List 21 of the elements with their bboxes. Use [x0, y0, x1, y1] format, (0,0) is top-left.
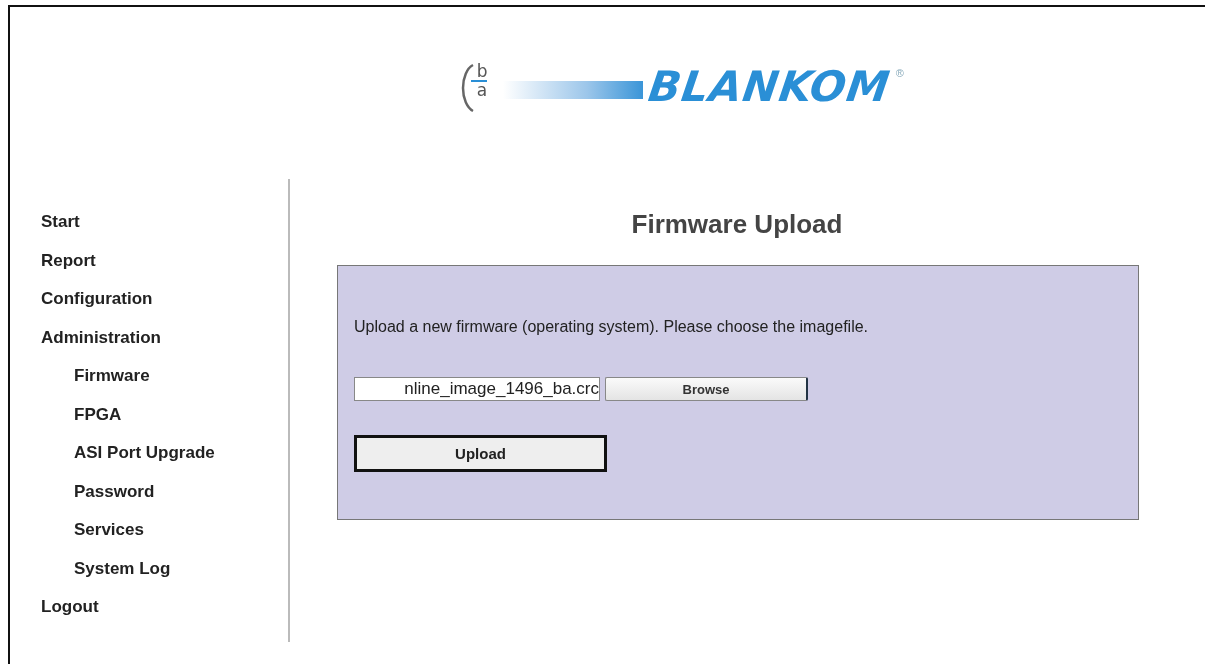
logo-wordmark: BLANKOM	[645, 63, 894, 111]
browse-button[interactable]: Browse	[605, 377, 808, 401]
nav-link[interactable]: Configuration	[41, 280, 153, 319]
nav-link[interactable]: Logout	[41, 588, 99, 627]
arc-icon	[461, 63, 476, 113]
nav-link[interactable]: Start	[41, 203, 80, 242]
nav-link[interactable]: ASI Port Upgrade	[74, 434, 215, 473]
nav-link[interactable]: FPGA	[74, 395, 122, 434]
nav-link[interactable]: Firmware	[74, 357, 150, 396]
logo-mark-letter: b	[470, 63, 488, 82]
upload-button[interactable]: Upload	[354, 435, 607, 472]
nav-link[interactable]: Report	[41, 241, 96, 280]
file-field[interactable]: nline_image_1496_ba.crc	[354, 377, 600, 401]
nav-link[interactable]: Administration	[41, 318, 161, 357]
nav-link[interactable]: Services	[74, 511, 144, 550]
nav-link[interactable]: System Log	[74, 549, 171, 588]
registered-mark: ®	[895, 67, 904, 79]
nav-link[interactable]: Password	[74, 472, 155, 511]
page-title: Firmware Upload	[630, 209, 844, 241]
logo-mark-letter: a	[475, 82, 488, 99]
instruction-text: Upload a new firmware (operating system). Please choose the imagefile.	[354, 318, 870, 336]
